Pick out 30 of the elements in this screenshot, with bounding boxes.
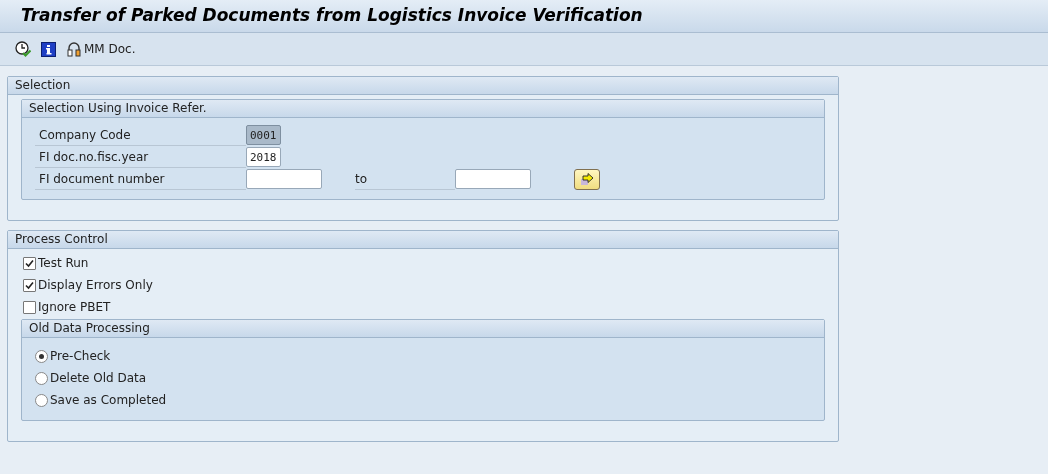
group-title: Selection Using Invoice Refer. [22, 100, 824, 118]
radio-label: Pre-Check [50, 349, 111, 363]
checkbox[interactable] [23, 300, 36, 314]
group-title: Process Control [8, 231, 838, 249]
input-field[interactable] [455, 169, 531, 189]
group-title: Old Data Processing [22, 320, 824, 338]
radio-button[interactable] [35, 371, 48, 385]
checkbox-label: Test Run [38, 256, 89, 270]
multiple-selection-button[interactable] [574, 168, 600, 190]
radio-button[interactable] [35, 393, 48, 407]
group-title: Selection [8, 77, 838, 95]
headset-icon [66, 41, 82, 57]
radio-button[interactable] [35, 349, 48, 363]
field-label: FI doc.no.fisc.year [35, 146, 246, 168]
window-title: Transfer of Parked Documents from Logistics Invoice Verification [21, 5, 643, 25]
input-field[interactable]: 2018 [246, 147, 281, 167]
field-label: FI document number [35, 168, 246, 190]
info-icon[interactable] [41, 41, 56, 57]
arrow-icon [580, 172, 594, 186]
input-field[interactable]: 0001 [246, 125, 281, 145]
radio-label: Save as Completed [50, 393, 167, 407]
checkbox[interactable] [23, 278, 36, 292]
checkbox[interactable] [23, 256, 36, 270]
input-field[interactable] [246, 169, 322, 189]
radio-label: Delete Old Data [50, 371, 147, 385]
checkbox-label: Ignore PBET [38, 300, 111, 314]
field-label: Company Code [35, 124, 246, 146]
clock-icon[interactable] [15, 41, 31, 57]
mm-doc-button[interactable]: MM Doc. [66, 41, 136, 57]
checkbox-label: Display Errors Only [38, 278, 153, 292]
